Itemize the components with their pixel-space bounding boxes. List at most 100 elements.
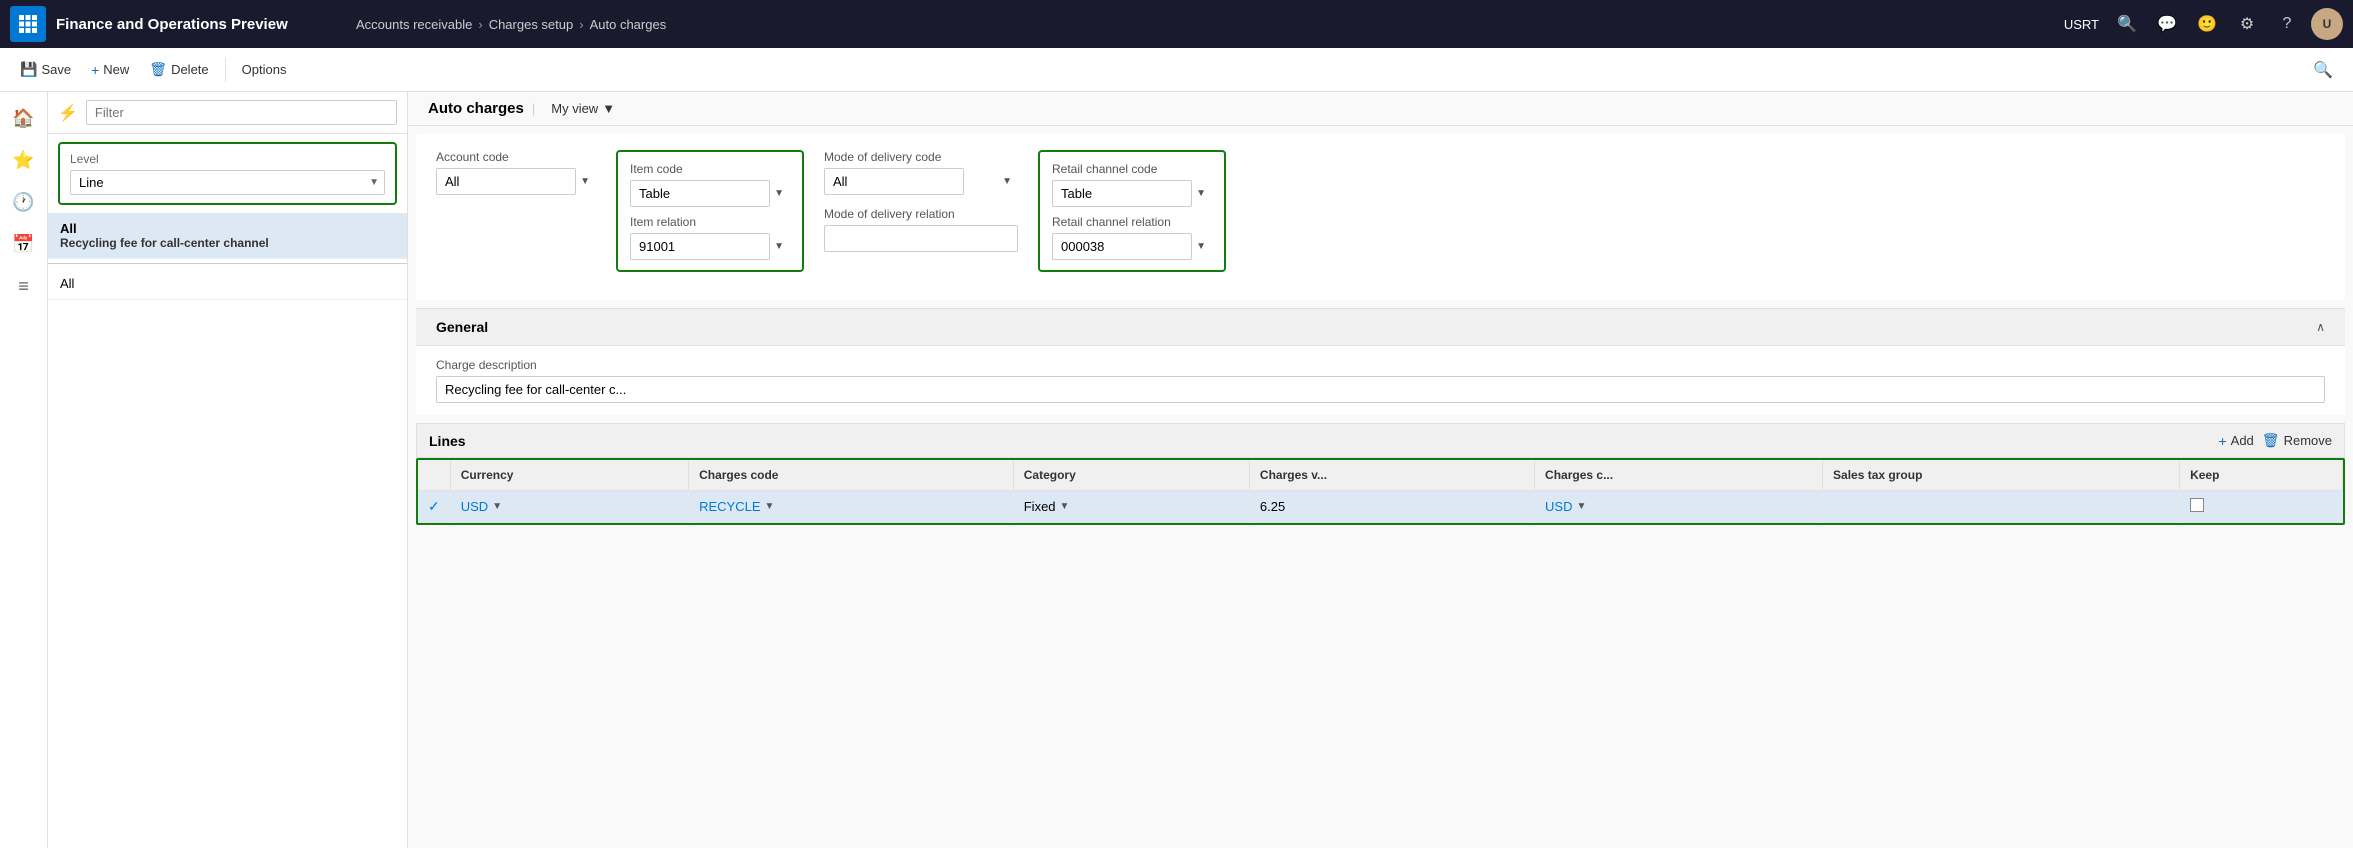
breadcrumb-auto-charges[interactable]: Auto charges [590, 17, 667, 32]
row-currency-cell: USD ▼ [450, 491, 688, 523]
lines-remove-button[interactable]: 🗑 Remove [2262, 432, 2332, 449]
currency-link[interactable]: USD [461, 499, 488, 514]
col-charges-currency: Charges c... [1535, 460, 1823, 491]
favorites-icon-btn[interactable]: ⭐ [6, 142, 42, 178]
detail-view-label: My view [551, 101, 598, 116]
remove-icon: 🗑 [2262, 432, 2280, 449]
breadcrumb-sep-1: › [478, 17, 482, 32]
table-row: ✓ USD ▼ RECYCLE ▼ [418, 491, 2343, 523]
user-avatar[interactable]: U [2311, 8, 2343, 40]
breadcrumb-accounts-receivable[interactable]: Accounts receivable [356, 17, 472, 32]
charges-code-dropdown-arrow[interactable]: ▼ [765, 501, 775, 512]
col-currency: Currency [450, 460, 688, 491]
filter-icon-button[interactable]: ⚡ [58, 103, 78, 123]
general-section-collapse-icon: ∧ [2316, 320, 2325, 334]
item-code-group: Item code All Table Group ▼ [616, 150, 804, 272]
lines-title: Lines [429, 433, 466, 449]
new-icon: + [91, 62, 99, 78]
new-label: New [103, 62, 129, 77]
username: USRT [2064, 17, 2099, 32]
chat-nav-button[interactable]: 💬 [2151, 8, 2183, 40]
lines-table: Currency Charges code Category Charges v… [418, 460, 2343, 523]
table-header-row: Currency Charges code Category Charges v… [418, 460, 2343, 491]
waffle-icon[interactable] [10, 6, 46, 42]
item-code-select[interactable]: All Table Group [630, 180, 770, 207]
retail-channel-code-select[interactable]: All Table Group [1052, 180, 1192, 207]
retail-channel-relation-label: Retail channel relation [1052, 215, 1212, 229]
form-section: Account code All Table Group ▼ I [416, 134, 2345, 300]
mode-delivery-relation-label: Mode of delivery relation [824, 207, 1018, 221]
account-code-label: Account code [436, 150, 596, 164]
list-item-all[interactable]: All Recycling fee for call-center channe… [48, 213, 407, 259]
calendar-icon-btn[interactable]: 📅 [6, 226, 42, 262]
level-select[interactable]: Order Line [70, 170, 385, 195]
charges-currency-link[interactable]: USD [1545, 499, 1572, 514]
col-keep: Keep [2180, 460, 2343, 491]
options-label: Options [242, 62, 287, 77]
item-relation-label: Item relation [630, 215, 790, 229]
list-items: All Recycling fee for call-center channe… [48, 213, 407, 848]
charges-code-link[interactable]: RECYCLE [699, 499, 760, 514]
lines-add-button[interactable]: + Add [2218, 433, 2253, 449]
help-nav-button[interactable]: ? [2271, 8, 2303, 40]
settings-nav-button[interactable]: ⚙ [2231, 8, 2263, 40]
account-code-select[interactable]: All Table Group [436, 168, 576, 195]
item-relation-field: Item relation 91001 ▼ [630, 215, 790, 260]
general-section-body: Charge description [416, 346, 2345, 415]
account-code-arrow: ▼ [580, 176, 590, 187]
charge-description-field: Charge description [436, 358, 2325, 403]
delete-button[interactable]: 🗑 Delete [141, 57, 216, 82]
detail-header: Auto charges | My view ▼ [408, 92, 2353, 126]
options-button[interactable]: Options [234, 58, 295, 81]
add-icon: + [2218, 433, 2226, 449]
retail-channel-group: Retail channel code All Table Group ▼ Re… [1038, 150, 1226, 272]
item-relation-arrow: ▼ [774, 241, 784, 252]
item-relation-select-wrapper: 91001 ▼ [630, 233, 790, 260]
col-sales-tax-group: Sales tax group [1823, 460, 2180, 491]
lines-section-header: Lines + Add 🗑 Remove [416, 423, 2345, 458]
filter-input[interactable] [86, 100, 397, 125]
mode-delivery-code-field: Mode of delivery code All Table ▼ Mode o… [824, 150, 1018, 272]
lines-section: Lines + Add 🗑 Remove [416, 423, 2345, 533]
retail-channel-code-select-wrapper: All Table Group ▼ [1052, 180, 1212, 207]
search-nav-button[interactable]: 🔍 [2111, 8, 2143, 40]
toolbar-search-button[interactable]: 🔍 [2305, 56, 2341, 84]
account-code-select-wrapper: All Table Group ▼ [436, 168, 596, 195]
smiley-nav-button[interactable]: 🙂 [2191, 8, 2223, 40]
general-section-title: General [436, 319, 488, 335]
main-layout: 🏠 ⭐ 🕐 📅 ≡ ⚡ Level Order Line ▼ All [0, 92, 2353, 848]
row-charges-value-cell: 6.25 [1249, 491, 1534, 523]
retail-channel-relation-field: Retail channel relation 000038 ▼ [1052, 215, 1212, 260]
save-label: Save [41, 62, 71, 77]
mode-delivery-code-select[interactable]: All Table [824, 168, 964, 195]
remove-label: Remove [2284, 433, 2332, 448]
delete-icon: 🗑 [149, 61, 167, 78]
account-code-field: Account code All Table Group ▼ [436, 150, 596, 272]
charges-currency-dropdown-arrow[interactable]: ▼ [1577, 501, 1587, 512]
new-button[interactable]: + New [83, 58, 137, 82]
category-dropdown-arrow[interactable]: ▼ [1060, 501, 1070, 512]
retail-channel-relation-select[interactable]: 000038 [1052, 233, 1192, 260]
list-item-all2[interactable]: All [48, 268, 407, 300]
list-item-all2-label: All [60, 276, 74, 291]
general-section-header[interactable]: General ∧ [416, 308, 2345, 346]
breadcrumb-charges-setup[interactable]: Charges setup [489, 17, 574, 32]
side-icons: 🏠 ⭐ 🕐 📅 ≡ [0, 92, 48, 848]
retail-channel-relation-select-wrapper: 000038 ▼ [1052, 233, 1212, 260]
row-check-cell: ✓ [418, 491, 450, 523]
mode-delivery-relation-input[interactable] [824, 225, 1018, 252]
retail-channel-relation-arrow: ▼ [1196, 241, 1206, 252]
currency-dropdown-wrapper: USD ▼ [461, 499, 678, 514]
currency-dropdown-arrow[interactable]: ▼ [492, 501, 502, 512]
row-keep-cell [2180, 491, 2343, 523]
charge-description-input[interactable] [436, 376, 2325, 403]
detail-view-button[interactable]: My view ▼ [551, 101, 615, 116]
home-icon-btn[interactable]: 🏠 [6, 100, 42, 136]
item-relation-select[interactable]: 91001 [630, 233, 770, 260]
recent-icon-btn[interactable]: 🕐 [6, 184, 42, 220]
list-divider [48, 263, 407, 264]
keep-checkbox[interactable] [2190, 498, 2204, 512]
list-icon-btn[interactable]: ≡ [6, 268, 42, 304]
app-title: Finance and Operations Preview [56, 16, 356, 33]
save-button[interactable]: 💾 Save [12, 57, 79, 82]
